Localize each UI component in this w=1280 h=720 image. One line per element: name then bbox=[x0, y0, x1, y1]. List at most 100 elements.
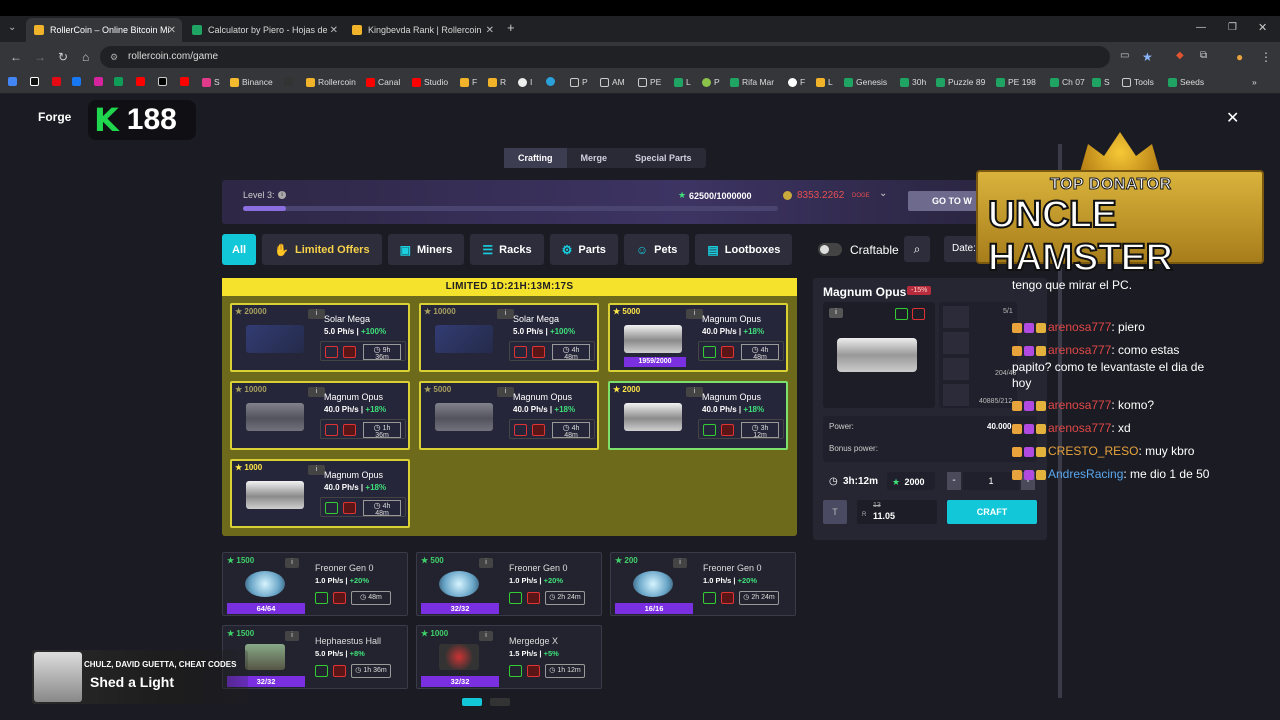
tab-list-chevron-icon[interactable]: ⌄ bbox=[8, 22, 16, 33]
bookmark-drive[interactable] bbox=[114, 77, 123, 86]
cast-icon[interactable]: ▭ bbox=[1120, 50, 1129, 61]
info-icon[interactable]: i bbox=[479, 558, 493, 568]
bookmark-rollercoin[interactable]: Rollercoin bbox=[306, 77, 356, 87]
bookmark-pe198[interactable]: PE 198 bbox=[996, 77, 1036, 87]
bookmark-youtube[interactable] bbox=[136, 77, 145, 86]
info-icon[interactable]: i bbox=[686, 309, 703, 319]
limited-card[interactable]: ★ 10000 i Magnum Opus 40.0 Ph/s | +18% ◷… bbox=[230, 381, 410, 450]
filter-miners[interactable]: ▣ Miners bbox=[387, 234, 465, 265]
bookmark-p-folder[interactable]: P bbox=[570, 77, 588, 87]
item-card[interactable]: ★ 500 i Freoner Gen 0 1.0 Ph/s | +20% ◷ 2… bbox=[416, 552, 602, 616]
tab-calculator[interactable]: Calculator by Piero - Hojas de ✕ bbox=[184, 18, 344, 42]
site-info-icon[interactable]: ⚙ bbox=[110, 46, 118, 68]
bookmark-s[interactable]: S bbox=[202, 77, 220, 87]
bookmark-youtube-2[interactable] bbox=[180, 77, 189, 86]
item-card[interactable]: ★ 1500 i Freoner Gen 0 1.0 Ph/s | +20% ◷… bbox=[222, 552, 408, 616]
bookmark-r[interactable]: R bbox=[488, 77, 506, 87]
bookmark-pe[interactable]: PE bbox=[638, 77, 661, 87]
info-icon[interactable]: i bbox=[479, 631, 493, 641]
close-forge-button[interactable]: ✕ bbox=[1226, 108, 1239, 128]
tab-kingbevda[interactable]: Kingbevda Rank | Rollercoin ✕ bbox=[344, 18, 500, 42]
bookmark-netflix[interactable] bbox=[52, 77, 61, 86]
info-icon[interactable]: i bbox=[497, 309, 514, 319]
bookmark-rifa-mar[interactable]: Rifa Mar bbox=[730, 77, 774, 87]
bookmark-am[interactable]: AM bbox=[600, 77, 625, 87]
item-card[interactable]: ★ 1500 i Hephaestus Hall 5.0 Ph/s | +8% … bbox=[222, 625, 408, 689]
bookmark-30h[interactable]: 30h bbox=[900, 77, 926, 87]
back-icon[interactable]: ← bbox=[10, 50, 22, 64]
filter-parts[interactable]: ⚙ Parts bbox=[549, 234, 618, 265]
bookmark-genesis[interactable]: Genesis bbox=[844, 77, 887, 87]
info-icon[interactable]: i bbox=[829, 308, 843, 318]
new-tab-button[interactable]: + bbox=[507, 20, 515, 35]
quantity-minus-button[interactable]: - bbox=[947, 472, 961, 490]
close-tab-icon[interactable]: ✕ bbox=[330, 25, 338, 36]
bookmark-binance[interactable]: Binance bbox=[230, 77, 273, 87]
maximize-icon[interactable]: ❐ bbox=[1228, 22, 1237, 33]
bookmark-seeds[interactable]: Seeds bbox=[1168, 77, 1204, 87]
limited-card[interactable]: ★ 5000 i Magnum Opus 40.0 Ph/s | +18% ◷ 4… bbox=[608, 303, 788, 372]
bookmark-i[interactable]: I bbox=[518, 77, 532, 87]
bookmark-f[interactable]: F bbox=[460, 77, 477, 87]
home-icon[interactable]: ⌂ bbox=[82, 50, 89, 64]
pagination-current[interactable] bbox=[462, 698, 482, 706]
info-icon[interactable]: i bbox=[686, 387, 703, 397]
info-icon[interactable]: i bbox=[308, 387, 325, 397]
info-icon[interactable]: i bbox=[285, 631, 299, 641]
bookmark-instagram[interactable] bbox=[94, 77, 103, 86]
item-card[interactable]: ★ 200 i Freoner Gen 0 1.0 Ph/s | +20% ◷ 2… bbox=[610, 552, 796, 616]
quantity-input[interactable]: 1 bbox=[963, 472, 1019, 490]
limited-card[interactable]: ★ 1000 i Magnum Opus 40.0 Ph/s | +18% ◷ 4… bbox=[230, 459, 410, 528]
bookmark-puzzle[interactable]: Puzzle 89 bbox=[936, 77, 985, 87]
filter-racks[interactable]: ☰ Racks bbox=[470, 234, 544, 265]
filter-all[interactable]: All bbox=[222, 234, 257, 265]
bookmarks-overflow-icon[interactable]: » bbox=[1252, 77, 1257, 87]
bookmark-x[interactable] bbox=[158, 77, 167, 86]
limited-card[interactable]: ★ 5000 i Magnum Opus 40.0 Ph/s | +18% ◷ 4… bbox=[419, 381, 599, 450]
bookmark-kick[interactable] bbox=[284, 77, 293, 86]
bookmark-star-icon[interactable]: ★ bbox=[1142, 50, 1153, 64]
info-icon[interactable]: i bbox=[308, 465, 325, 475]
bookmark-p[interactable]: P bbox=[702, 77, 720, 87]
window-close-icon[interactable]: ✕ bbox=[1258, 21, 1267, 34]
limited-card[interactable]: ★ 10000 i Solar Mega 5.0 Ph/s | +100% ◷ 4… bbox=[419, 303, 599, 372]
info-icon[interactable]: i bbox=[285, 558, 299, 568]
info-icon[interactable]: i bbox=[497, 387, 514, 397]
info-icon[interactable]: i bbox=[308, 309, 325, 319]
bookmark-f2[interactable]: F bbox=[788, 77, 805, 87]
bookmark-facebook[interactable] bbox=[72, 77, 81, 86]
bookmark-telegram[interactable] bbox=[546, 77, 555, 86]
url-input[interactable]: ⚙ rollercoin.com/game bbox=[100, 46, 1110, 68]
bookmark-s2[interactable]: S bbox=[1092, 77, 1110, 87]
bookmark-tiktok[interactable] bbox=[30, 77, 39, 86]
bookmark-studio[interactable]: Studio bbox=[412, 77, 448, 87]
bookmark-apps[interactable] bbox=[8, 77, 17, 86]
bookmark-tools[interactable]: Tools bbox=[1122, 77, 1154, 87]
level-info-icon[interactable]: i bbox=[278, 191, 286, 199]
tab-merge[interactable]: Merge bbox=[567, 148, 622, 168]
extension-icon[interactable]: ◆ bbox=[1176, 50, 1184, 61]
tab-rollercoin[interactable]: RollerCoin – Online Bitcoin Mi ✕ bbox=[26, 18, 182, 42]
filter-pets[interactable]: ☺ Pets bbox=[623, 234, 690, 265]
search-icon[interactable]: ⌕ bbox=[904, 236, 930, 262]
reload-icon[interactable]: ↻ bbox=[58, 50, 68, 64]
bookmark-l[interactable]: L bbox=[674, 77, 691, 87]
close-tab-icon[interactable]: ✕ bbox=[486, 25, 494, 36]
forward-icon[interactable]: → bbox=[34, 50, 46, 64]
craft-button[interactable]: CRAFT bbox=[947, 500, 1037, 524]
limited-card[interactable]: ★ 2000 i Magnum Opus 40.0 Ph/s | +18% ◷ 3… bbox=[608, 381, 788, 450]
craftable-toggle[interactable] bbox=[818, 243, 842, 256]
info-icon[interactable]: i bbox=[673, 558, 687, 568]
close-tab-icon[interactable]: ✕ bbox=[168, 25, 176, 36]
pagination-next[interactable] bbox=[490, 698, 510, 706]
filter-lootboxes[interactable]: ▤ Lootboxes bbox=[695, 234, 793, 265]
tab-crafting[interactable]: Crafting bbox=[504, 148, 567, 168]
bookmark-ch07[interactable]: Ch 07 bbox=[1050, 77, 1085, 87]
tab-special-parts[interactable]: Special Parts bbox=[621, 148, 706, 168]
extensions-puzzle-icon[interactable]: ⧉ bbox=[1200, 50, 1207, 61]
bookmark-l2[interactable]: L bbox=[816, 77, 833, 87]
menu-dots-icon[interactable]: ⋮ bbox=[1260, 50, 1272, 64]
currency-dropdown-icon[interactable]: ⌄ bbox=[879, 188, 887, 199]
item-card[interactable]: ★ 1000 i Mergedge X 1.5 Ph/s | +5% ◷ 1h 1… bbox=[416, 625, 602, 689]
bookmark-canal[interactable]: Canal bbox=[366, 77, 400, 87]
